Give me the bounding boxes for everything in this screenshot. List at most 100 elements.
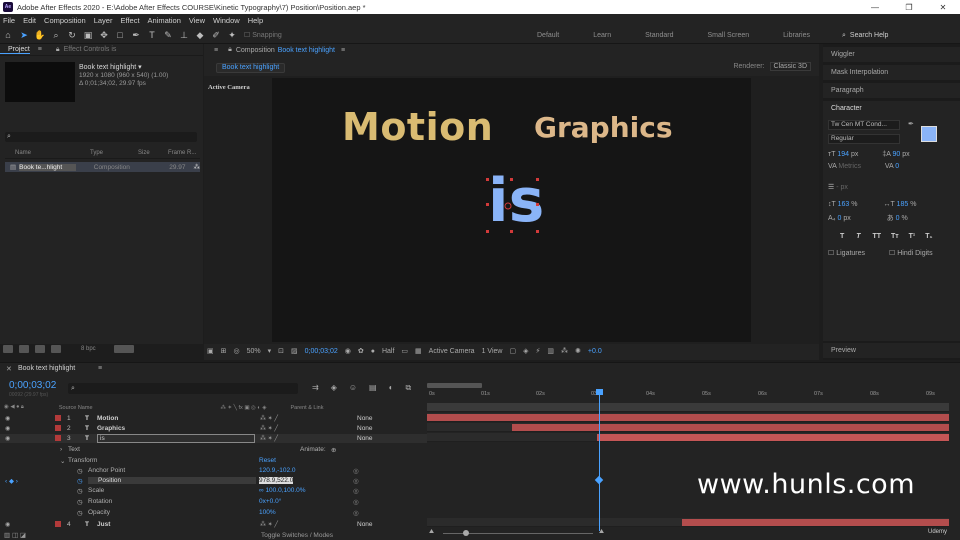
project-item-name[interactable]: Book text highlight ▾ bbox=[79, 64, 168, 72]
kerning-value[interactable]: Metrics bbox=[838, 163, 861, 170]
current-time-display[interactable]: 0;00;03;02 bbox=[9, 380, 56, 391]
animate-label[interactable]: Animate: bbox=[300, 446, 326, 453]
col-size[interactable]: Size bbox=[138, 150, 168, 158]
character-panel-header[interactable]: Character bbox=[823, 101, 960, 116]
property-value[interactable]: 100% bbox=[259, 509, 276, 516]
work-area-bar[interactable] bbox=[427, 383, 482, 388]
timeline-layer-row[interactable]: ◉ 4 T Just ⁂ ✶ ╱ None bbox=[0, 520, 427, 529]
parent-select[interactable]: None bbox=[357, 415, 373, 422]
panel-menu-icon[interactable]: ≡ bbox=[341, 47, 345, 54]
search-help-field[interactable]: ⌕ Search Help bbox=[842, 30, 956, 41]
layer-switches[interactable]: ⁂ ✶ ╱ bbox=[260, 521, 278, 528]
zoom-tool-icon[interactable]: ⌕ bbox=[50, 29, 62, 41]
rotate-tool-icon[interactable]: ↻ bbox=[66, 29, 78, 41]
layer-duration-bar[interactable] bbox=[512, 424, 949, 431]
layer-track[interactable] bbox=[427, 423, 949, 432]
visibility-eye-icon[interactable]: ◉ bbox=[5, 425, 13, 432]
menu-window[interactable]: Window bbox=[213, 16, 240, 25]
grid-overlay-icon[interactable]: ⊞ bbox=[221, 347, 227, 355]
col-parent-link[interactable]: Parent & Link bbox=[290, 405, 323, 411]
paragraph-panel-header[interactable]: Paragraph bbox=[823, 83, 960, 98]
layer-label-color[interactable] bbox=[55, 435, 61, 441]
property-value[interactable]: ∞ 100.0,100.0% bbox=[259, 487, 306, 494]
renderer-setting[interactable]: Renderer: Classic 3D bbox=[733, 62, 811, 71]
timecode[interactable]: 0;00;03;02 bbox=[305, 348, 338, 355]
faux-bold-button[interactable]: T bbox=[840, 233, 844, 240]
layer-duration-bar[interactable] bbox=[427, 414, 949, 421]
wiggler-panel-header[interactable]: Wiggler bbox=[823, 47, 960, 62]
layer-name[interactable]: Motion bbox=[97, 415, 118, 422]
motion-blur-icon[interactable]: ◐ bbox=[389, 383, 394, 393]
timeline-layer-row[interactable]: ◉ 2 T Graphics ⁂ ✶ ╱ None bbox=[0, 424, 427, 433]
visibility-eye-icon[interactable]: ◉ bbox=[5, 435, 13, 442]
font-size-value[interactable]: 194 bbox=[837, 151, 849, 158]
workspace-standard[interactable]: Standard bbox=[645, 32, 673, 39]
timeline-tab[interactable]: Book text highlight bbox=[18, 365, 75, 372]
hindi-digits-checkbox[interactable]: ☐ bbox=[889, 250, 897, 257]
all-caps-button[interactable]: TT bbox=[872, 233, 881, 240]
timeline-layer-row[interactable]: ◉ 1 T Motion ⁂ ✶ ╱ None bbox=[0, 414, 427, 423]
stroke-width-unit[interactable]: - px bbox=[836, 184, 848, 191]
composition-breadcrumb[interactable]: Book text highlight bbox=[216, 63, 286, 73]
property-row[interactable]: ◷ Rotation 0x+0.0° ◎ bbox=[0, 498, 427, 508]
layer-track[interactable] bbox=[427, 518, 949, 527]
pick-whip-icon[interactable]: ◎ bbox=[353, 498, 359, 506]
tracking-value[interactable]: 0 bbox=[895, 163, 899, 170]
leading-value[interactable]: 90 bbox=[892, 151, 900, 158]
menu-edit[interactable]: Edit bbox=[23, 16, 36, 25]
layer-track[interactable] bbox=[427, 433, 949, 442]
timeline-layer-row[interactable]: ◉ 3 T is ⁂ ✶ ╱ None bbox=[0, 434, 427, 443]
col-frame-rate[interactable]: Frame R... bbox=[168, 150, 196, 158]
parent-select[interactable]: None bbox=[357, 435, 373, 442]
text-property-group[interactable]: › Text Animate: ⊕ bbox=[0, 446, 427, 456]
toggle-pixel-icon[interactable]: ▢ bbox=[509, 347, 516, 355]
graph-editor-icon[interactable]: ⧉ bbox=[405, 383, 411, 393]
pick-whip-icon[interactable]: ◎ bbox=[353, 487, 359, 495]
layer-duration-bar[interactable] bbox=[682, 519, 949, 526]
snapshot-icon[interactable]: ◉ bbox=[345, 347, 351, 355]
eraser-tool-icon[interactable]: ◆ bbox=[194, 29, 206, 41]
toggle-switches-modes-button[interactable]: Toggle Switches / Modes bbox=[261, 532, 333, 539]
project-settings-icon[interactable] bbox=[51, 345, 61, 353]
workspace-libraries[interactable]: Libraries bbox=[783, 32, 810, 39]
layer-switches[interactable]: ⁂ ✶ ╱ bbox=[260, 415, 278, 422]
clone-stamp-tool-icon[interactable]: ⊥ bbox=[178, 29, 190, 41]
project-list-item[interactable]: ▤ Book te...hlight Composition 29.97 ⁂ bbox=[5, 162, 200, 172]
comp-mini-flowchart-icon[interactable]: ⇉ bbox=[312, 383, 319, 393]
workspace-learn[interactable]: Learn bbox=[593, 32, 611, 39]
playhead-handle[interactable] bbox=[596, 389, 603, 395]
reset-exposure-icon[interactable]: ✺ bbox=[575, 347, 581, 355]
property-value[interactable]: 120.9,-102.0 bbox=[259, 467, 296, 474]
menu-composition[interactable]: Composition bbox=[44, 16, 86, 25]
layer-duration-bar[interactable] bbox=[597, 434, 949, 441]
stopwatch-active-icon[interactable]: ◷ bbox=[77, 477, 83, 485]
layer-switches[interactable]: ⁂ ✶ ╱ bbox=[260, 425, 278, 432]
draft-3d-icon[interactable]: ◈ bbox=[331, 383, 337, 393]
transparency-icon[interactable]: ▦ bbox=[415, 347, 422, 355]
rectangle-tool-icon[interactable]: □ bbox=[114, 29, 126, 41]
minimize-button[interactable]: — bbox=[858, 3, 892, 12]
fast-preview-icon[interactable]: ⚡︎ bbox=[535, 347, 540, 355]
property-row[interactable]: ◷ Scale ∞ 100.0,100.0% ◎ bbox=[0, 487, 427, 497]
exposure-value[interactable]: +0.0 bbox=[588, 348, 602, 355]
layer-label-color[interactable] bbox=[55, 521, 61, 527]
color-icon[interactable]: ● bbox=[371, 348, 375, 355]
menu-effect[interactable]: Effect bbox=[120, 16, 139, 25]
panel-menu-icon[interactable]: ≡ bbox=[214, 47, 218, 54]
region-of-interest-icon[interactable]: ▭ bbox=[401, 347, 408, 355]
pen-tool-icon[interactable]: ✒ bbox=[130, 29, 142, 41]
menu-file[interactable]: File bbox=[3, 16, 15, 25]
show-channel-icon[interactable]: ✿ bbox=[358, 347, 364, 355]
puppet-tool-icon[interactable]: ✦ bbox=[226, 29, 238, 41]
view-select[interactable]: Active Camera bbox=[429, 348, 475, 355]
layer-name[interactable]: is bbox=[97, 434, 255, 443]
zoom-out-icon[interactable]: ⛰︎ bbox=[429, 529, 434, 536]
close-icon[interactable]: ✕ bbox=[6, 365, 12, 373]
layer-label-color[interactable] bbox=[55, 415, 61, 421]
camera-tool-icon[interactable]: ▣ bbox=[82, 29, 94, 41]
3d-view-icon[interactable]: ◈ bbox=[523, 347, 528, 355]
workspace-default[interactable]: Default bbox=[537, 32, 559, 39]
font-family-select[interactable]: Tw Cen MT Cond... bbox=[828, 120, 900, 130]
pick-whip-icon[interactable]: ◎ bbox=[353, 467, 359, 475]
vertical-scale-value[interactable]: 163 bbox=[838, 201, 850, 208]
